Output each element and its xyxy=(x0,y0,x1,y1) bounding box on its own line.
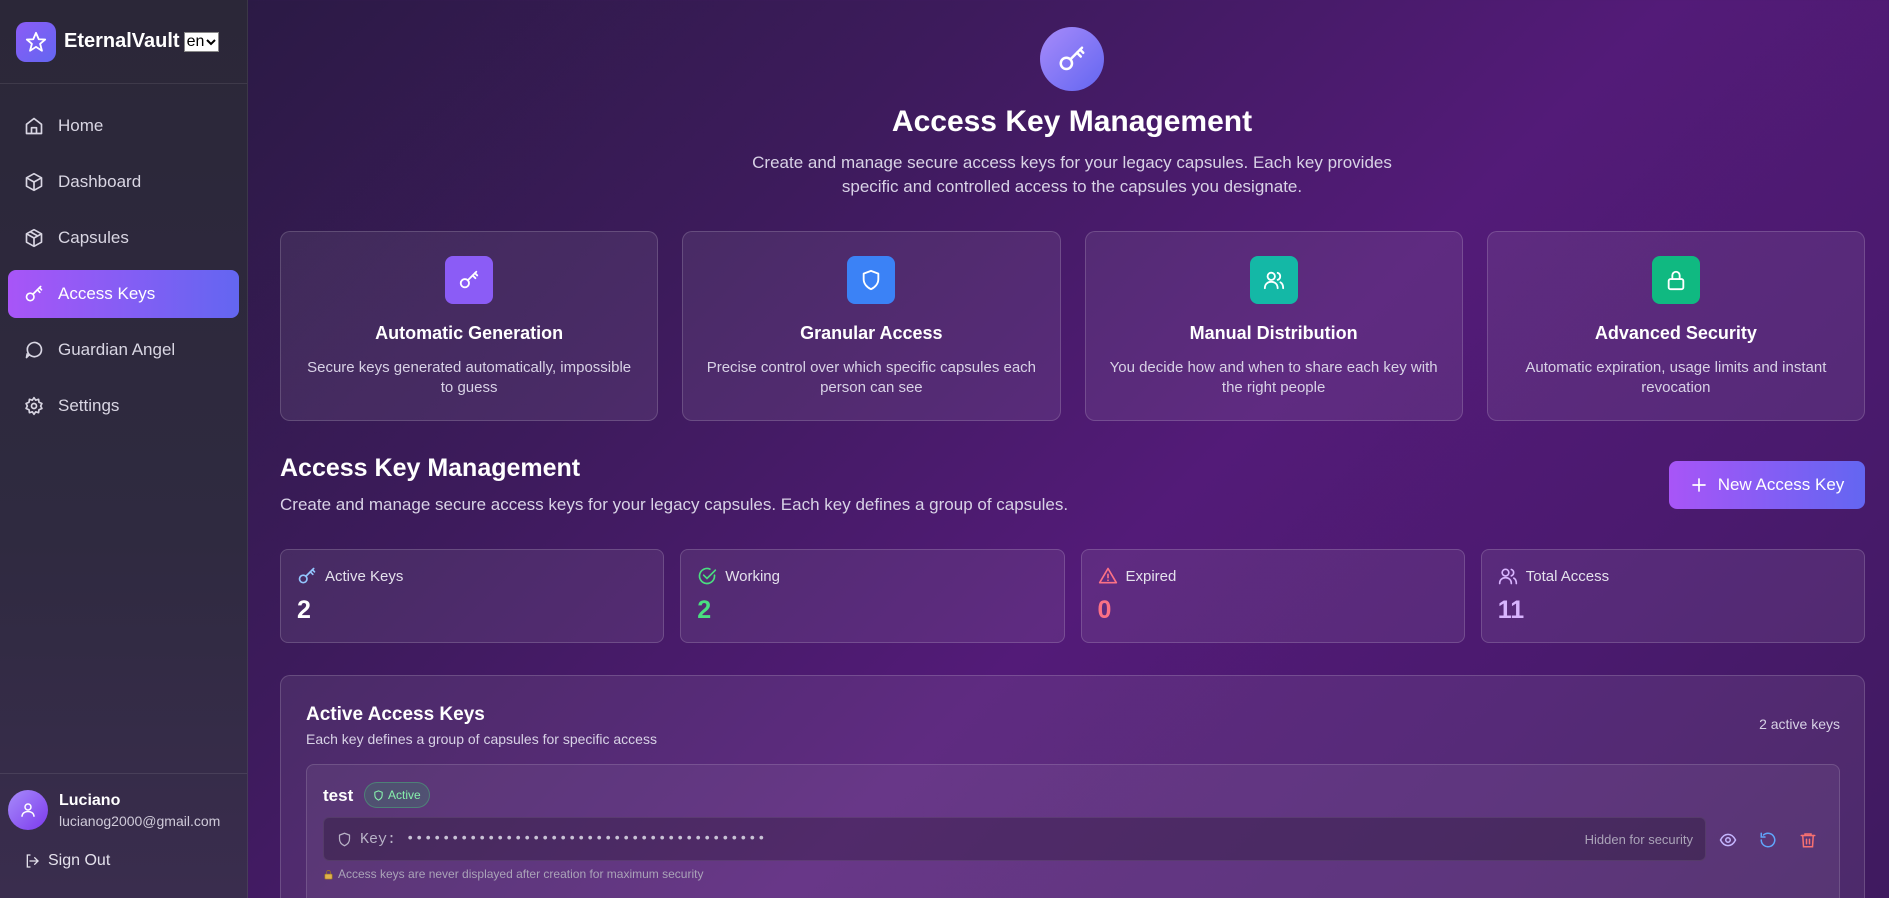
key-icon xyxy=(298,567,316,584)
page-subtitle: Create and manage secure access keys for… xyxy=(752,153,1392,196)
lock-icon xyxy=(1651,256,1700,304)
rotate-icon[interactable] xyxy=(1759,831,1777,849)
sidebar-footer: Luciano lucianog2000@gmail.com Sign Out xyxy=(0,773,247,898)
star-icon[interactable] xyxy=(16,21,56,62)
sidebar-item-capsules[interactable]: Capsules xyxy=(8,214,239,262)
sidebar-item-label: Guardian Angel xyxy=(58,340,176,359)
avatar xyxy=(8,790,48,830)
brand-name[interactable]: EternalVault xyxy=(64,30,180,53)
key-masked-value: •••••••••••••••••••••••••••••••••••••••• xyxy=(406,831,767,847)
gear-icon xyxy=(25,396,43,416)
new-access-key-label: New Access Key xyxy=(1717,475,1845,494)
brand-header: EternalVault en xyxy=(0,0,247,84)
access-key-card: test Active Key: •••••••••••••••••••••••… xyxy=(306,764,1840,898)
section-title: Access Key Management xyxy=(280,454,581,482)
section-subtitle: Create and manage secure access keys for… xyxy=(280,495,1069,514)
plus-icon xyxy=(1691,478,1706,492)
feature-card-granular-access: Granular Access Precise control over whi… xyxy=(682,231,1061,421)
active-keys-panel: Active Access Keys Each key defines a gr… xyxy=(280,675,1865,898)
sidebar-item-label: Dashboard xyxy=(58,172,142,191)
stat-value: 2 xyxy=(297,596,311,624)
panel-subtitle: Each key defines a group of capsules for… xyxy=(306,731,657,747)
sidebar-item-guardian-angel[interactable]: Guardian Angel xyxy=(8,326,239,374)
shield-icon xyxy=(847,256,896,304)
stats-row: Active Keys 2 Working 2 Expired 0 Total … xyxy=(280,549,1865,643)
feature-card-advanced-security: Advanced Security Automatic expiration, … xyxy=(1486,231,1865,421)
eye-icon[interactable] xyxy=(1719,831,1737,849)
sign-out-button[interactable]: Sign Out xyxy=(8,852,239,870)
stat-value: 2 xyxy=(697,596,712,624)
feature-desc: You decide how and when to share each ke… xyxy=(1109,359,1438,396)
feature-title: Granular Access xyxy=(800,323,943,343)
home-icon xyxy=(25,117,43,135)
sidebar-item-home[interactable]: Home xyxy=(8,102,239,150)
key-value-field: Key: •••••••••••••••••••••••••••••••••••… xyxy=(323,817,1706,861)
feature-title: Automatic Generation xyxy=(375,323,564,343)
user-email: lucianog2000@gmail.com xyxy=(59,812,221,829)
stat-card-total-access: Total Access 11 xyxy=(1480,549,1865,643)
status-label: Active xyxy=(388,788,421,802)
status-badge: Active xyxy=(364,782,430,808)
box-icon xyxy=(25,172,43,192)
sidebar-nav: Home Dashboard Capsules Access Keys Guar… xyxy=(0,84,247,430)
page-title: Access Key Management xyxy=(891,105,1253,138)
trash-icon[interactable] xyxy=(1799,831,1817,849)
language-select[interactable]: en xyxy=(183,31,220,52)
feature-title: Manual Distribution xyxy=(1189,323,1358,343)
sign-out-label: Sign Out xyxy=(48,852,111,869)
key-name: test xyxy=(323,786,354,805)
stat-label: Active Keys xyxy=(325,567,404,585)
stat-value: 11 xyxy=(1497,596,1525,624)
stat-card-expired: Expired 0 xyxy=(1080,549,1465,643)
user-icon xyxy=(21,803,35,817)
feature-desc: Precise control over which specific caps… xyxy=(706,359,1037,396)
key-label: Key: xyxy=(360,830,397,848)
stat-label: Working xyxy=(725,567,780,585)
check-circle-icon xyxy=(698,567,717,585)
sidebar-item-access-keys[interactable]: Access Keys xyxy=(8,270,239,318)
user-name: Luciano xyxy=(59,791,121,809)
hero-key-icon xyxy=(1040,27,1104,91)
shield-icon xyxy=(338,832,351,846)
sidebar-item-label: Settings xyxy=(58,396,120,415)
feature-card-automatic-generation: Automatic Generation Secure keys generat… xyxy=(280,231,659,421)
shield-icon xyxy=(374,789,383,801)
feature-desc: Automatic expiration, usage limits and i… xyxy=(1525,359,1827,396)
stat-label: Expired xyxy=(1125,567,1177,585)
user-profile[interactable]: Luciano lucianog2000@gmail.com xyxy=(8,790,239,830)
stat-label: Total Access xyxy=(1525,567,1610,585)
key-actions xyxy=(1719,831,1817,849)
security-note-text: Access keys are never displayed after cr… xyxy=(338,867,704,881)
key-icon xyxy=(445,256,494,304)
sidebar-item-label: Access Keys xyxy=(58,284,156,303)
users-icon xyxy=(1498,568,1517,585)
key-icon xyxy=(25,285,43,302)
new-access-key-button[interactable]: New Access Key xyxy=(1669,461,1865,509)
sidebar: EternalVault en Home Dashboard Capsules … xyxy=(0,0,248,898)
active-keys-count: 2 active keys xyxy=(1759,716,1840,732)
sidebar-item-settings[interactable]: Settings xyxy=(8,382,239,430)
log-out-icon xyxy=(26,854,39,868)
language-value: en xyxy=(186,32,205,50)
sidebar-item-dashboard[interactable]: Dashboard xyxy=(8,158,239,206)
package-icon xyxy=(25,228,43,248)
stat-card-working: Working 2 xyxy=(680,549,1065,643)
hidden-for-security-label: Hidden for security xyxy=(1584,831,1693,847)
feature-cards: Automatic Generation Secure keys generat… xyxy=(280,231,1865,421)
lock-icon xyxy=(324,869,333,879)
stat-value: 0 xyxy=(1097,596,1112,624)
users-icon xyxy=(1249,256,1298,304)
feature-card-manual-distribution: Manual Distribution You decide how and w… xyxy=(1084,231,1463,421)
security-note: Access keys are never displayed after cr… xyxy=(323,867,703,881)
message-circle-icon xyxy=(25,341,43,359)
sidebar-item-label: Home xyxy=(58,116,104,135)
chevron-down-icon xyxy=(206,38,217,45)
feature-desc: Secure keys generated automatically, imp… xyxy=(307,359,632,396)
alert-triangle-icon xyxy=(1098,567,1117,584)
panel-title: Active Access Keys xyxy=(306,704,485,725)
stat-card-active-keys: Active Keys 2 xyxy=(280,549,665,643)
feature-title: Advanced Security xyxy=(1594,323,1757,343)
main-content: Access Key Management Create and manage … xyxy=(248,0,1889,898)
sidebar-item-label: Capsules xyxy=(58,228,129,247)
